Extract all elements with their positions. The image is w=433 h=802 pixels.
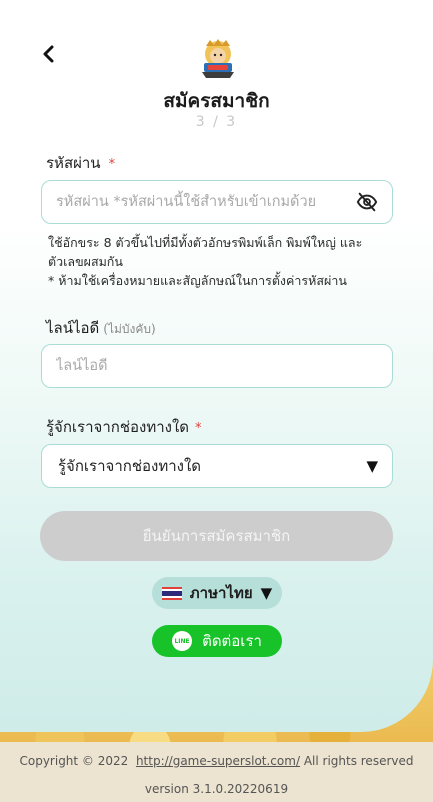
line-id-field[interactable] [41, 344, 393, 388]
eye-slash-icon[interactable] [356, 191, 378, 213]
source-selected-value: รู้จักเราจากช่องทางใด [58, 457, 202, 475]
line-id-input[interactable] [56, 345, 378, 387]
line-id-label: ไลน์ไอดี [46, 319, 100, 337]
site-link[interactable]: http://game-superslot.com/ [136, 754, 300, 768]
password-field[interactable] [41, 180, 393, 224]
register-card: สมัครสมาชิก 3 / 3 รหัสผ่าน * ใช้อักขระ 8 … [0, 0, 433, 732]
page-title: สมัครสมาชิก [163, 90, 270, 112]
password-label: รหัสผ่าน [46, 154, 101, 172]
contact-line-button[interactable]: LINE ติดต่อเรา [152, 625, 282, 657]
line-icon: LINE [172, 631, 193, 651]
chevron-left-icon [43, 45, 54, 63]
site-logo [202, 39, 234, 78]
source-label-row: รู้จักเราจากช่องทางใด * [46, 415, 202, 439]
line-id-label-row: ไลน์ไอดี (ไม่บังคับ) [46, 316, 156, 340]
password-hint-1: ใช้อักขระ 8 ตัวขึ้นไปที่มีทั้งตัวอักษรพิ… [48, 235, 363, 269]
password-input[interactable] [56, 181, 356, 223]
back-button[interactable] [34, 40, 62, 68]
caret-down-icon: ▼ [366, 457, 378, 475]
copyright: Copyright © 2022 http://game-superslot.c… [0, 754, 433, 768]
submit-register-button[interactable]: ยืนยันการสมัครสมาชิก [40, 511, 393, 561]
optional-note: (ไม่บังคับ) [103, 322, 156, 336]
version-text: version 3.1.0.20220619 [144, 782, 289, 796]
copyright-suffix: All rights reserved [303, 754, 414, 768]
required-mark: * [108, 157, 116, 172]
password-hint-2: * ห้ามใช้เครื่องหมายและสัญลักษณ์ในการตั้… [48, 273, 347, 288]
required-mark: * [195, 421, 202, 436]
caret-down-icon: ▼ [260, 584, 273, 602]
language-selector[interactable]: ภาษาไทย ▼ [152, 577, 282, 609]
step-indicator: 3 / 3 [195, 114, 238, 130]
password-label-row: รหัสผ่าน * [46, 151, 115, 175]
language-label: ภาษาไทย [189, 584, 253, 602]
copyright-prefix: Copyright © 2022 [19, 754, 129, 768]
source-label: รู้จักเราจากช่องทางใด [46, 418, 190, 436]
contact-label: ติดต่อเรา [202, 632, 262, 650]
source-select[interactable]: รู้จักเราจากช่องทางใด ▼ [41, 444, 393, 488]
thai-flag-icon [161, 586, 182, 600]
footer: Copyright © 2022 http://game-superslot.c… [0, 742, 433, 802]
